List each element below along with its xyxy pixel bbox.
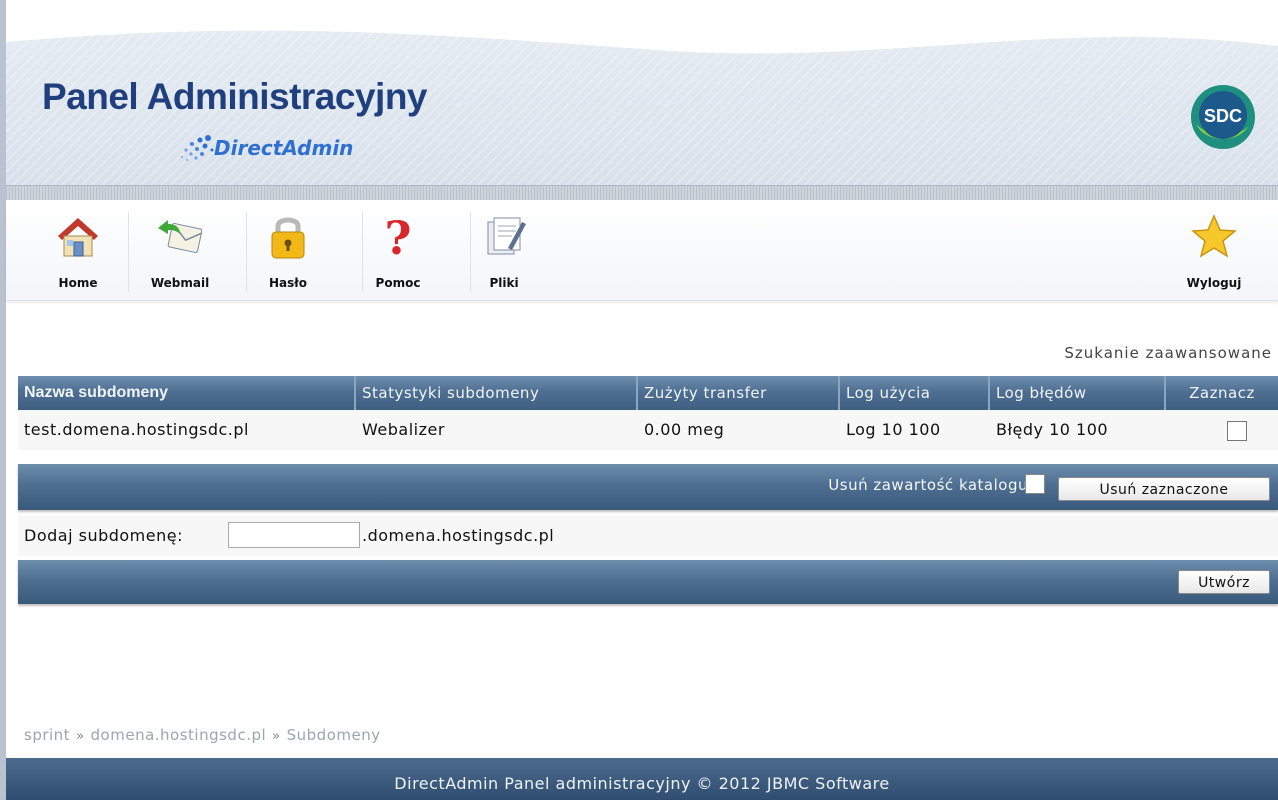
toolbar-webmail[interactable]: Webmail [140, 212, 220, 292]
remove-contents-label: Usuń zawartość katalogu [828, 476, 1028, 494]
lock-icon [271, 217, 305, 259]
subdomain-table: Nazwa subdomeny Statystyki subdomeny Zuż… [18, 376, 1278, 450]
subdomain-input[interactable] [228, 522, 360, 548]
domain-suffix: .domena.hostingsdc.pl [362, 526, 555, 545]
toolbar-password[interactable]: Hasło [248, 212, 328, 292]
create-bar: Utwórz [18, 560, 1278, 604]
files-icon [487, 217, 526, 255]
main-toolbar: Home Webmail Hasło ? Pomoc Pliki Wyloguj [6, 200, 1278, 301]
breadcrumb: sprint » domena.hostingsdc.pl » Subdomeny [24, 726, 381, 744]
brand-title: Panel Administracyjny [42, 76, 428, 117]
table-header: Nazwa subdomeny Statystyki subdomeny Zuż… [18, 376, 1278, 410]
select-cell [1166, 410, 1278, 450]
breadcrumb-item-current: Subdomeny [286, 726, 381, 744]
stats-link[interactable]: Webalizer [356, 410, 638, 450]
create-button[interactable]: Utwórz [1178, 570, 1270, 594]
transfer-cell: 0.00 meg [644, 420, 725, 439]
banner-stripe [6, 185, 1278, 200]
sdc-logo: SDC [1191, 85, 1255, 149]
breadcrumb-item-user[interactable]: sprint [24, 726, 70, 744]
column-header-stats[interactable]: Statystyki subdomeny [356, 376, 638, 410]
table-row: test.domena.hostingsdc.pl Webalizer 0.00… [18, 410, 1278, 450]
toolbar-label: Webmail [150, 276, 210, 290]
breadcrumb-separator-icon: » [76, 729, 85, 744]
row-select-checkbox[interactable] [1227, 420, 1247, 441]
toolbar-logout[interactable]: Wyloguj [1174, 212, 1254, 292]
toolbar-label: Pomoc [375, 276, 421, 290]
toolbar-label: Wyloguj [1186, 276, 1242, 290]
toolbar-label: Pliki [489, 276, 519, 290]
sdc-logo-text: SDC [1204, 106, 1242, 126]
subdomain-name-cell: test.domena.hostingsdc.pl [24, 420, 249, 439]
remove-contents-checkbox[interactable] [1025, 474, 1045, 494]
column-header-error-log[interactable]: Log błędów [990, 376, 1166, 410]
home-icon [58, 218, 98, 257]
svg-text:?: ? [385, 212, 412, 260]
column-header-transfer[interactable]: Zużyty transfer [638, 376, 840, 410]
delete-selected-button[interactable]: Usuń zaznaczone [1058, 477, 1270, 501]
help-icon: ? [385, 212, 412, 260]
directadmin-dots-icon [180, 135, 214, 162]
advanced-search-link[interactable]: Szukanie zaawansowane [1064, 344, 1272, 362]
brand-subtitle: DirectAdmin [214, 136, 354, 160]
header-banner: Panel Administracyjny DirectAdmin SDC [6, 12, 1278, 200]
breadcrumb-separator-icon: » [272, 729, 281, 744]
breadcrumb-item-domain[interactable]: domena.hostingsdc.pl [91, 726, 267, 744]
star-icon [1191, 214, 1237, 258]
column-header-name[interactable]: Nazwa subdomeny [18, 376, 356, 410]
toolbar-label: Home [58, 276, 98, 290]
mail-icon [158, 220, 203, 253]
toolbar-label: Hasło [269, 276, 307, 290]
usage-log-link[interactable]: Log 10 100 [840, 410, 990, 450]
add-subdomain-row: Dodaj subdomenę: .domena.hostingsdc.pl [18, 516, 1278, 556]
column-header-usage-log[interactable]: Log użycia [840, 376, 990, 410]
footer: DirectAdmin Panel administracyjny © 2012… [6, 758, 1278, 800]
toolbar-help[interactable]: ? Pomoc [358, 212, 438, 292]
error-log-link[interactable]: Błędy 10 100 [990, 410, 1166, 450]
delete-bar: Usuń zawartość katalogu Usuń zaznaczone [18, 464, 1278, 510]
toolbar-home[interactable]: Home [38, 212, 118, 292]
column-header-select: Zaznacz [1166, 376, 1278, 410]
banner-wave [6, 12, 1278, 54]
add-subdomain-label: Dodaj subdomenę: [24, 526, 183, 545]
toolbar-files[interactable]: Pliki [464, 212, 544, 292]
